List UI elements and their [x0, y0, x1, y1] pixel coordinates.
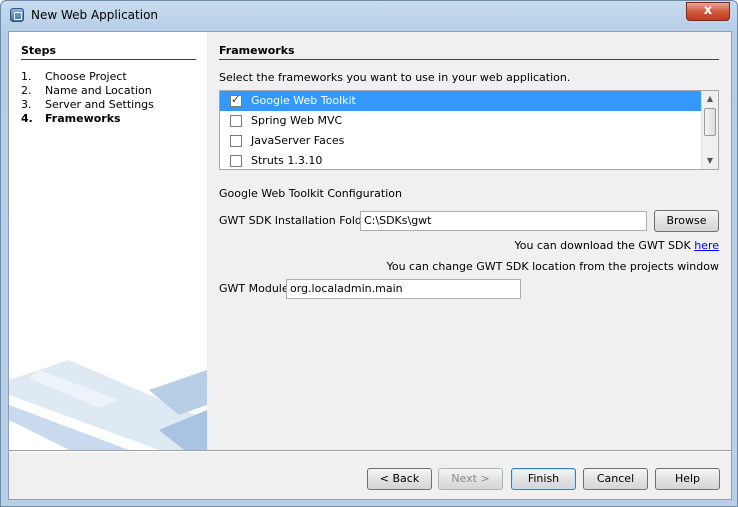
- scroll-up-icon[interactable]: ▲: [702, 91, 718, 107]
- sdk-folder-input[interactable]: C:\SDKs\gwt: [360, 211, 647, 231]
- framework-label: Google Web Toolkit: [251, 94, 356, 107]
- scroll-down-icon[interactable]: ▼: [702, 153, 718, 169]
- framework-item-struts[interactable]: Struts 1.3.10: [220, 151, 704, 169]
- frameworks-instruction: Select the frameworks you want to use in…: [219, 71, 571, 84]
- step-number: 3.: [21, 98, 32, 111]
- finish-button[interactable]: Finish: [511, 468, 576, 490]
- framework-label: JavaServer Faces: [251, 134, 345, 147]
- download-hint: You can download the GWT SDK here: [514, 239, 719, 252]
- dialog-window: New Web Application x Steps 1. Choose Pro…: [0, 0, 738, 507]
- dialog-client: Steps 1. Choose Project 2. Name and Locati…: [8, 31, 732, 500]
- framework-item-gwt[interactable]: Google Web Toolkit: [220, 91, 704, 111]
- scroll-thumb[interactable]: [704, 108, 716, 136]
- download-link[interactable]: here: [694, 239, 719, 252]
- back-button[interactable]: < Back: [367, 468, 432, 490]
- close-button[interactable]: x: [686, 2, 730, 21]
- step-label: Choose Project: [45, 70, 127, 83]
- step-item: 1. Choose Project: [21, 70, 127, 83]
- module-input[interactable]: org.localadmin.main: [286, 279, 521, 299]
- framework-item-jsf[interactable]: JavaServer Faces: [220, 131, 704, 151]
- step-number: 4.: [21, 112, 33, 125]
- framework-label: Spring Web MVC: [251, 114, 343, 127]
- cancel-button[interactable]: Cancel: [583, 468, 648, 490]
- framework-item-spring[interactable]: Spring Web MVC: [220, 111, 704, 131]
- steps-title: Steps: [21, 44, 196, 60]
- framework-checkbox[interactable]: [230, 155, 242, 167]
- browse-button[interactable]: Browse: [654, 210, 719, 232]
- download-text: You can download the GWT SDK: [514, 239, 691, 252]
- next-button[interactable]: Next >: [438, 468, 503, 490]
- step-label: Frameworks: [45, 112, 121, 125]
- step-label: Server and Settings: [45, 98, 154, 111]
- step-number: 1.: [21, 70, 32, 83]
- wizard-decoration-graphic: [9, 360, 207, 450]
- change-location-hint: You can change GWT SDK location from the…: [386, 260, 719, 273]
- help-button[interactable]: Help: [655, 468, 720, 490]
- framework-checkbox[interactable]: [230, 115, 242, 127]
- step-item: 2. Name and Location: [21, 84, 152, 97]
- title-bar[interactable]: New Web Application x: [1, 1, 737, 29]
- gwt-config-title: Google Web Toolkit Configuration: [219, 187, 402, 200]
- frameworks-list[interactable]: Google Web Toolkit Spring Web MVC JavaSe…: [219, 90, 719, 170]
- framework-label: Struts 1.3.10: [251, 154, 323, 167]
- framework-checkbox[interactable]: [230, 93, 242, 107]
- module-label: GWT Module:: [219, 282, 293, 295]
- framework-checkbox[interactable]: [230, 135, 242, 147]
- steps-panel: Steps 1. Choose Project 2. Name and Locati…: [9, 32, 207, 450]
- close-icon: x: [703, 3, 713, 18]
- step-label: Name and Location: [45, 84, 152, 97]
- button-bar: < Back Next > Finish Cancel Help: [9, 452, 731, 499]
- step-item-current: 4. Frameworks: [21, 112, 121, 125]
- frameworks-panel: Frameworks Select the frameworks you wan…: [207, 32, 731, 450]
- list-scrollbar[interactable]: ▲ ▼: [701, 91, 718, 169]
- sdk-folder-label: GWT SDK Installation Folder:: [219, 214, 377, 227]
- window-title: New Web Application: [31, 8, 159, 22]
- frameworks-title: Frameworks: [219, 44, 719, 60]
- step-number: 2.: [21, 84, 32, 97]
- app-icon: [10, 8, 24, 22]
- step-item: 3. Server and Settings: [21, 98, 154, 111]
